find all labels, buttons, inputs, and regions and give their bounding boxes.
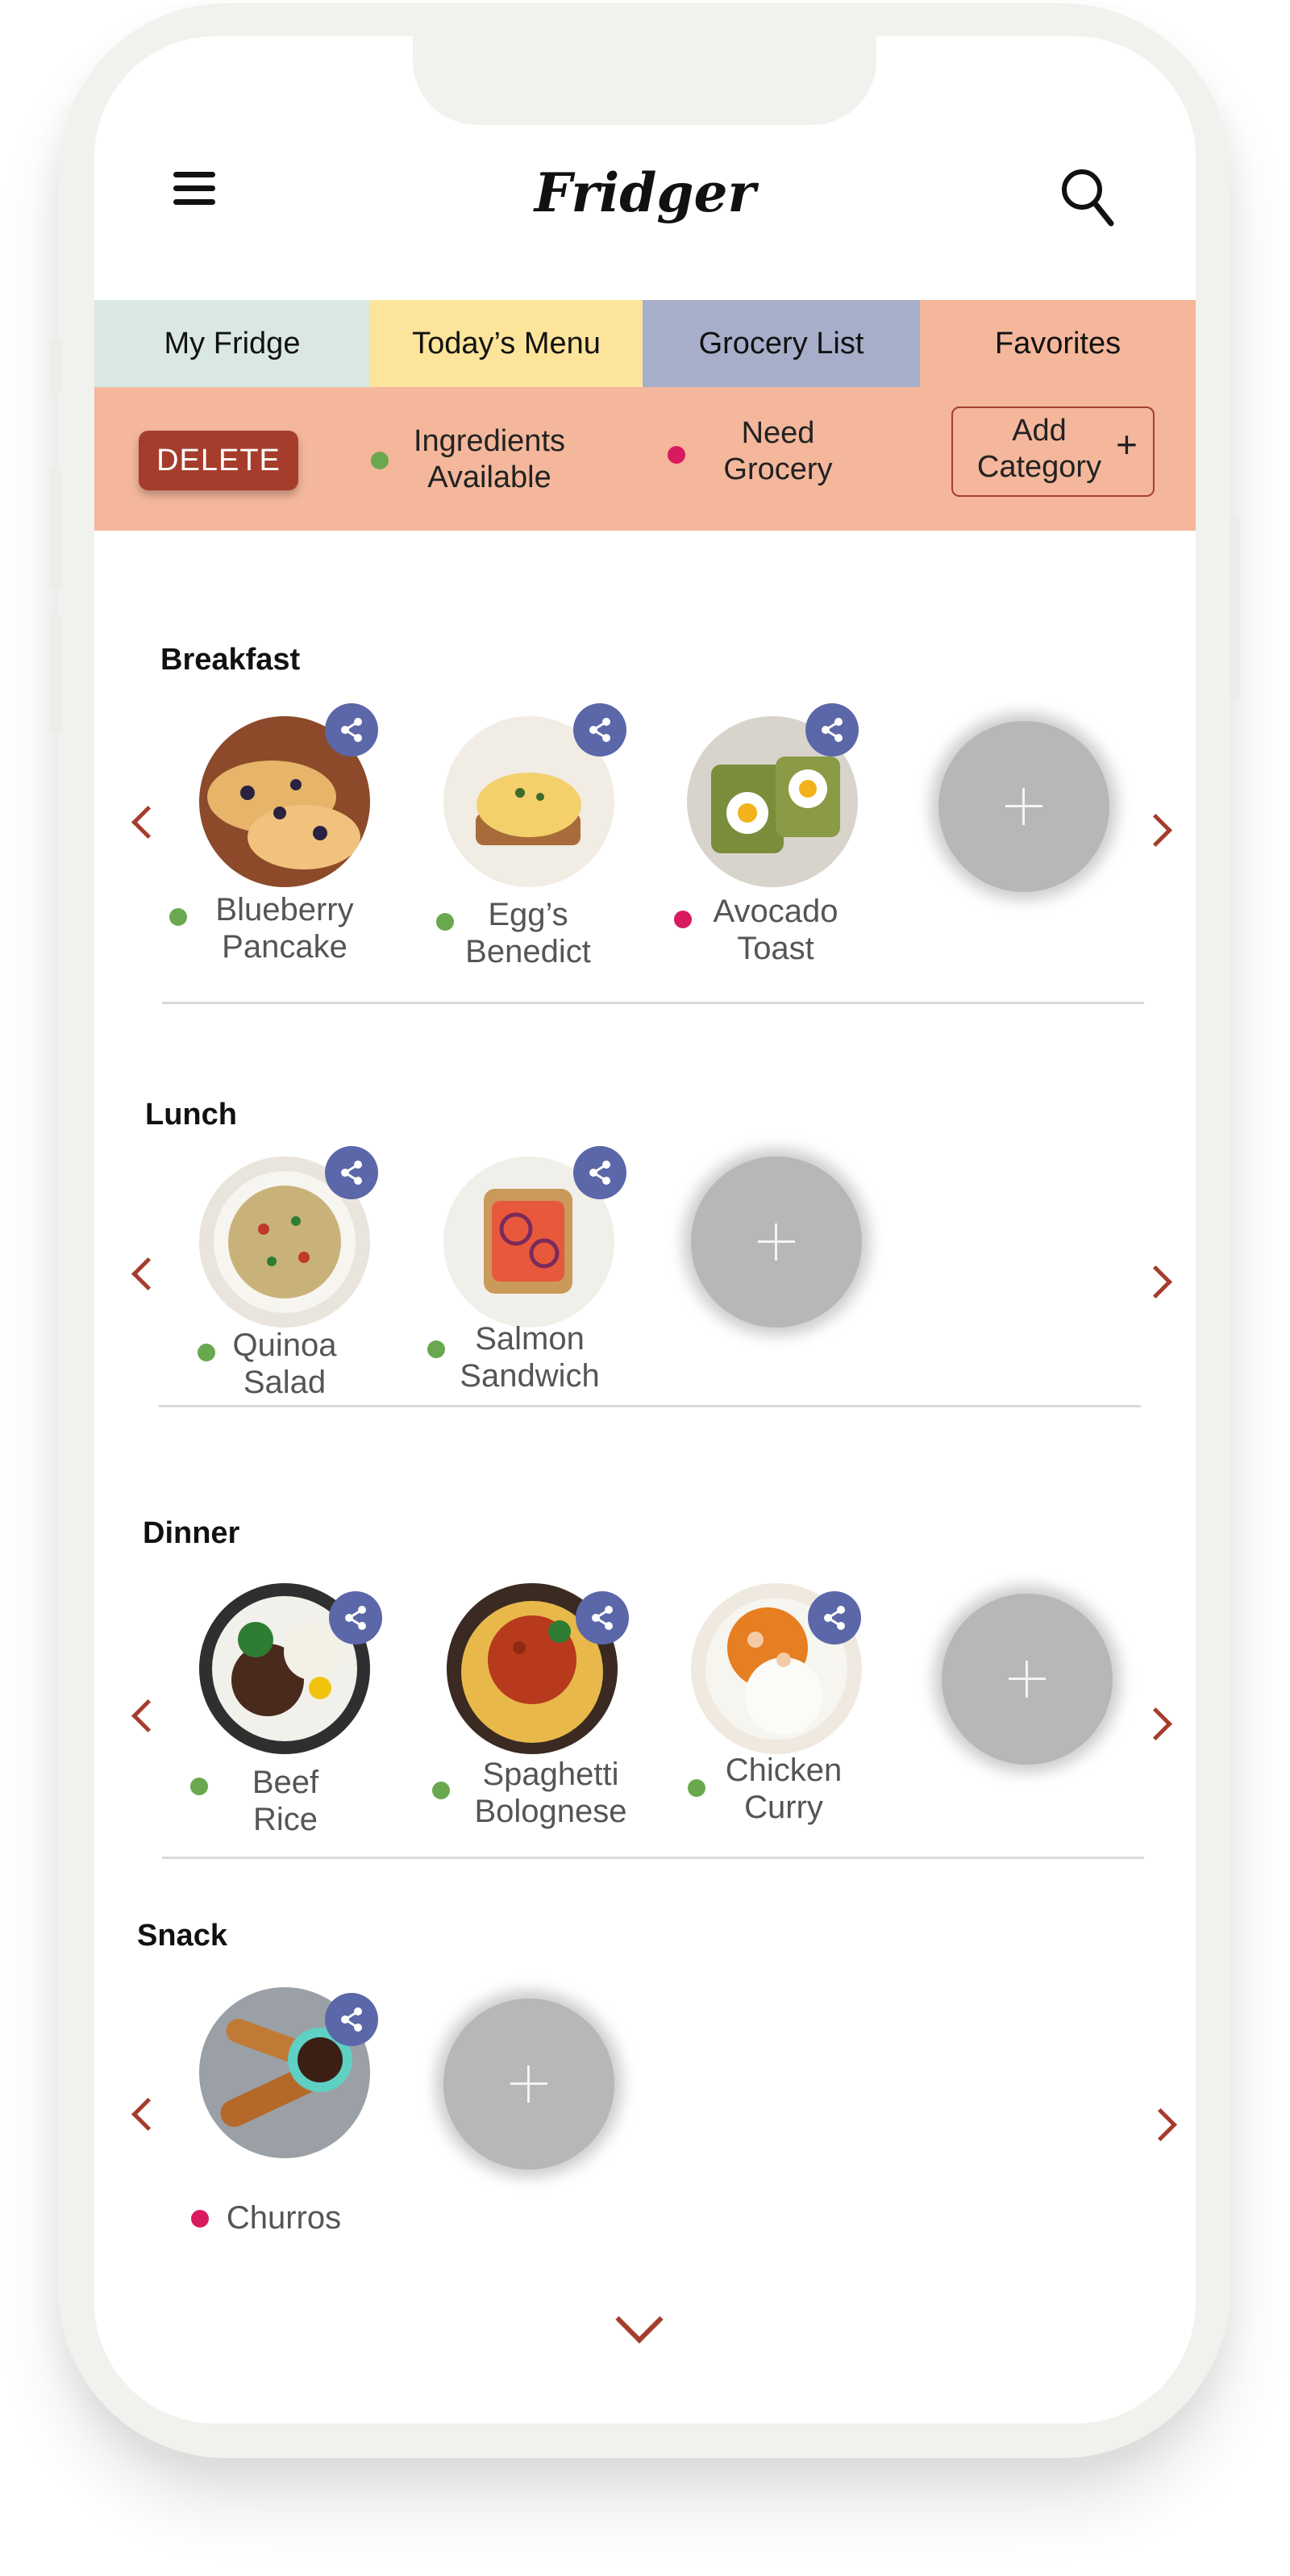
add-dish-button[interactable] — [942, 1594, 1113, 1765]
status-dot-available — [432, 1782, 450, 1799]
phone-side-button — [1229, 516, 1240, 702]
tab-grocery-list[interactable]: Grocery List — [643, 300, 920, 387]
add-dish-button[interactable] — [691, 1157, 862, 1328]
share-icon[interactable] — [573, 703, 626, 757]
legend-available-dot — [371, 452, 389, 469]
section-divider — [159, 1405, 1141, 1407]
section-divider — [162, 1857, 1144, 1859]
chevron-right-icon[interactable] — [1138, 1707, 1173, 1741]
share-icon[interactable] — [805, 703, 859, 757]
share-icon[interactable] — [573, 1146, 626, 1199]
add-dish-button[interactable] — [443, 1999, 614, 2170]
favorites-toolbar: DELETE Ingredients Available Need Grocer… — [94, 387, 1196, 531]
legend-need-label: Need Grocery — [723, 416, 833, 486]
dish-label-quinoa-salad: Quinoa Salad — [232, 1328, 337, 1400]
chevron-down-icon[interactable] — [615, 2295, 664, 2344]
tab-favorites[interactable]: Favorites — [920, 300, 1196, 387]
legend-need-dot — [668, 446, 685, 464]
share-icon[interactable] — [329, 1591, 382, 1644]
legend-available-label: Ingredients Available — [413, 424, 565, 494]
add-category-label: Add Category — [976, 414, 1102, 484]
dish-label-spaghetti-bolognese: Spaghetti Bolognese — [474, 1757, 627, 1829]
status-dot-available — [688, 1779, 705, 1797]
phone-side-button — [50, 339, 61, 395]
dish-label-eggs-benedict: Egg’s Benedict — [465, 897, 591, 969]
plus-icon: + — [1116, 423, 1138, 465]
status-dot-available — [190, 1778, 208, 1795]
dish-label-churros: Churros — [226, 2200, 342, 2236]
tab-todays-menu[interactable]: Today’s Menu — [370, 300, 643, 387]
chevron-left-icon[interactable] — [131, 1699, 165, 1733]
section-title-lunch: Lunch — [145, 1098, 237, 1132]
tab-my-fridge[interactable]: My Fridge — [94, 300, 370, 387]
share-icon[interactable] — [808, 1591, 861, 1644]
status-dot-need — [191, 2210, 209, 2228]
section-title-snack: Snack — [137, 1919, 227, 1953]
dish-label-salmon-sandwich: Salmon Sandwich — [460, 1321, 600, 1394]
chevron-right-icon[interactable] — [1138, 813, 1173, 848]
phone-screen: Fridger My Fridge Today’s Menu Grocery L… — [94, 36, 1196, 2424]
dish-label-avocado-toast: Avocado Toast — [713, 894, 838, 966]
section-title-breakfast: Breakfast — [160, 643, 301, 677]
chevron-left-icon[interactable] — [131, 2097, 165, 2132]
chevron-right-icon[interactable] — [1143, 2107, 1178, 2142]
dish-label-beef-rice: Beef Rice — [252, 1765, 319, 1837]
share-icon[interactable] — [325, 703, 378, 757]
app-header: Fridger — [94, 36, 1196, 298]
search-icon[interactable] — [1058, 165, 1116, 230]
share-icon[interactable] — [325, 1993, 378, 2046]
add-category-button[interactable]: Add Category + — [951, 406, 1155, 497]
chevron-left-icon[interactable] — [131, 1257, 165, 1291]
tab-bar: My Fridge Today’s Menu Grocery List Favo… — [94, 300, 1196, 387]
dish-label-chicken-curry: Chicken Curry — [725, 1753, 843, 1825]
add-dish-button[interactable] — [938, 721, 1109, 892]
chevron-right-icon[interactable] — [1138, 1265, 1173, 1299]
dish-label-blueberry-pancake: Blueberry Pancake — [215, 892, 354, 965]
app-logo: Fridger — [534, 161, 756, 224]
delete-button[interactable]: DELETE — [139, 431, 298, 490]
section-title-dinner: Dinner — [143, 1516, 240, 1550]
phone-side-button — [50, 613, 61, 734]
share-icon[interactable] — [325, 1146, 378, 1199]
chevron-left-icon[interactable] — [131, 805, 165, 840]
section-divider — [162, 1002, 1144, 1004]
phone-side-button — [50, 468, 61, 589]
share-icon[interactable] — [576, 1591, 629, 1644]
